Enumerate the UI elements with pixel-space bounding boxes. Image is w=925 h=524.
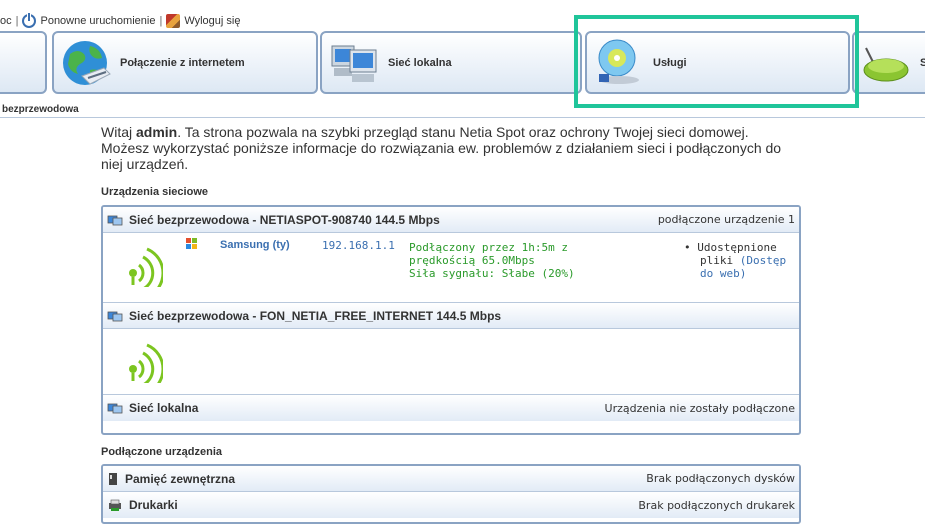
router-icon xyxy=(863,47,909,81)
connected-devices-panel: Pamięć zewnętrzna Brak podłączonych dysk… xyxy=(101,464,801,524)
status-line3: Siła sygnału: Słabe (20%) xyxy=(409,267,575,280)
top-links: oc | Ponowne uruchomienie | Wyloguj się xyxy=(0,12,240,30)
logout-icon[interactable] xyxy=(166,14,181,28)
network-icon xyxy=(107,403,123,414)
tab-internet-connection[interactable]: Połączenie z internetem xyxy=(52,31,318,94)
intro-line2: Możesz wykorzystać poniższe informacje d… xyxy=(101,140,782,172)
printer-icon xyxy=(109,499,121,511)
main-tabs: Połączenie z internetem Sieć lokalna Usł… xyxy=(0,31,925,95)
network-icon xyxy=(107,215,123,225)
web-access-link-cont[interactable]: do web) xyxy=(700,267,746,280)
storage-icon xyxy=(109,472,117,485)
separator: | xyxy=(159,15,163,27)
tab-partial[interactable] xyxy=(0,31,47,94)
bullet: • xyxy=(684,241,691,254)
username: admin xyxy=(136,124,178,140)
printers-status: Brak podłączonych drukarek xyxy=(638,498,795,512)
disc-icon xyxy=(598,39,639,84)
wireless-network-2-header[interactable]: Sieć bezprzewodowa - FON_NETIA_FREE_INTE… xyxy=(103,303,799,329)
local-network-name: Sieć lokalna xyxy=(129,401,199,415)
storage-status: Brak podłączonych dysków xyxy=(646,472,795,485)
status-line1: Podłączony przez 1h:5m z xyxy=(409,241,568,254)
web-access-link[interactable]: (Dostęp xyxy=(740,254,786,267)
local-network-status: Urządzenia nie zostały podłączone xyxy=(604,401,795,415)
device-share-info: • Udostępnione pliki (Dostęp do web) xyxy=(684,241,786,280)
wireless-network-1-name: Sieć bezprzewodowa - NETIASPOT-908740 14… xyxy=(129,212,440,227)
section-title-connected: Podłączone urządzenia xyxy=(101,446,223,458)
storage-header[interactable]: Pamięć zewnętrzna Brak podłączonych dysk… xyxy=(103,466,799,492)
logout-link[interactable]: Wyloguj się xyxy=(184,15,240,27)
greeting: Witaj xyxy=(101,124,136,140)
tab-services[interactable]: Usługi xyxy=(585,31,850,94)
wireless-network-2-name: Sieć bezprzewodowa - FON_NETIA_FREE_INTE… xyxy=(129,308,502,323)
restart-link[interactable]: Ponowne uruchomienie xyxy=(40,15,155,27)
subnav-active[interactable]: bezprzewodowa xyxy=(2,104,79,115)
help-link[interactable]: oc xyxy=(0,15,12,27)
separator: | xyxy=(15,15,19,27)
tab-label: Sieć lokalna xyxy=(388,56,452,69)
section-title-network: Urządzenia sieciowe xyxy=(101,186,208,198)
printers-name: Drukarki xyxy=(129,498,178,512)
share-line2: pliki xyxy=(700,254,734,267)
wireless-network-2-body xyxy=(103,329,799,395)
device-name[interactable]: Samsung (ty) xyxy=(220,239,290,251)
share-line1: Udostępnione xyxy=(697,241,777,254)
network-devices-panel: Sieć bezprzewodowa - NETIASPOT-908740 14… xyxy=(101,205,801,435)
intro-text: Witaj admin. Ta strona pozwala na szybki… xyxy=(101,124,801,172)
tab-label: S xyxy=(920,56,925,69)
restart-icon[interactable] xyxy=(22,12,37,28)
computers-icon xyxy=(331,45,377,82)
tab-partial-s[interactable]: S xyxy=(852,31,925,94)
wifi-signal-icon xyxy=(129,343,163,383)
network-icon xyxy=(107,311,123,321)
subnav: bezprzewodowa xyxy=(0,96,925,118)
status-line2: prędkością 65.0Mbps xyxy=(409,254,535,267)
device-ip: 192.168.1.1 xyxy=(322,239,395,252)
device-status: Podłączony przez 1h:5m z prędkością 65.0… xyxy=(409,241,575,280)
tab-label: Usługi xyxy=(653,56,687,69)
wifi-signal-icon xyxy=(129,247,163,287)
storage-name: Pamięć zewnętrzna xyxy=(125,471,236,486)
local-network-header[interactable]: Sieć lokalna Urządzenia nie zostały podł… xyxy=(103,395,799,421)
windows-icon xyxy=(186,238,197,249)
tab-label: Połączenie z internetem xyxy=(120,56,245,69)
printers-header[interactable]: Drukarki Brak podłączonych drukarek xyxy=(103,492,799,518)
globe-icon xyxy=(63,40,111,85)
wireless-network-1-body: Samsung (ty) 192.168.1.1 Podłączony prze… xyxy=(103,233,799,303)
intro-line1: . Ta strona pozwala na szybki przegląd s… xyxy=(177,124,749,140)
wireless-network-1-count: podłączone urządzenie 1 xyxy=(657,213,795,226)
wireless-network-1-header[interactable]: Sieć bezprzewodowa - NETIASPOT-908740 14… xyxy=(103,207,799,233)
tab-local-network[interactable]: Sieć lokalna xyxy=(320,31,582,94)
